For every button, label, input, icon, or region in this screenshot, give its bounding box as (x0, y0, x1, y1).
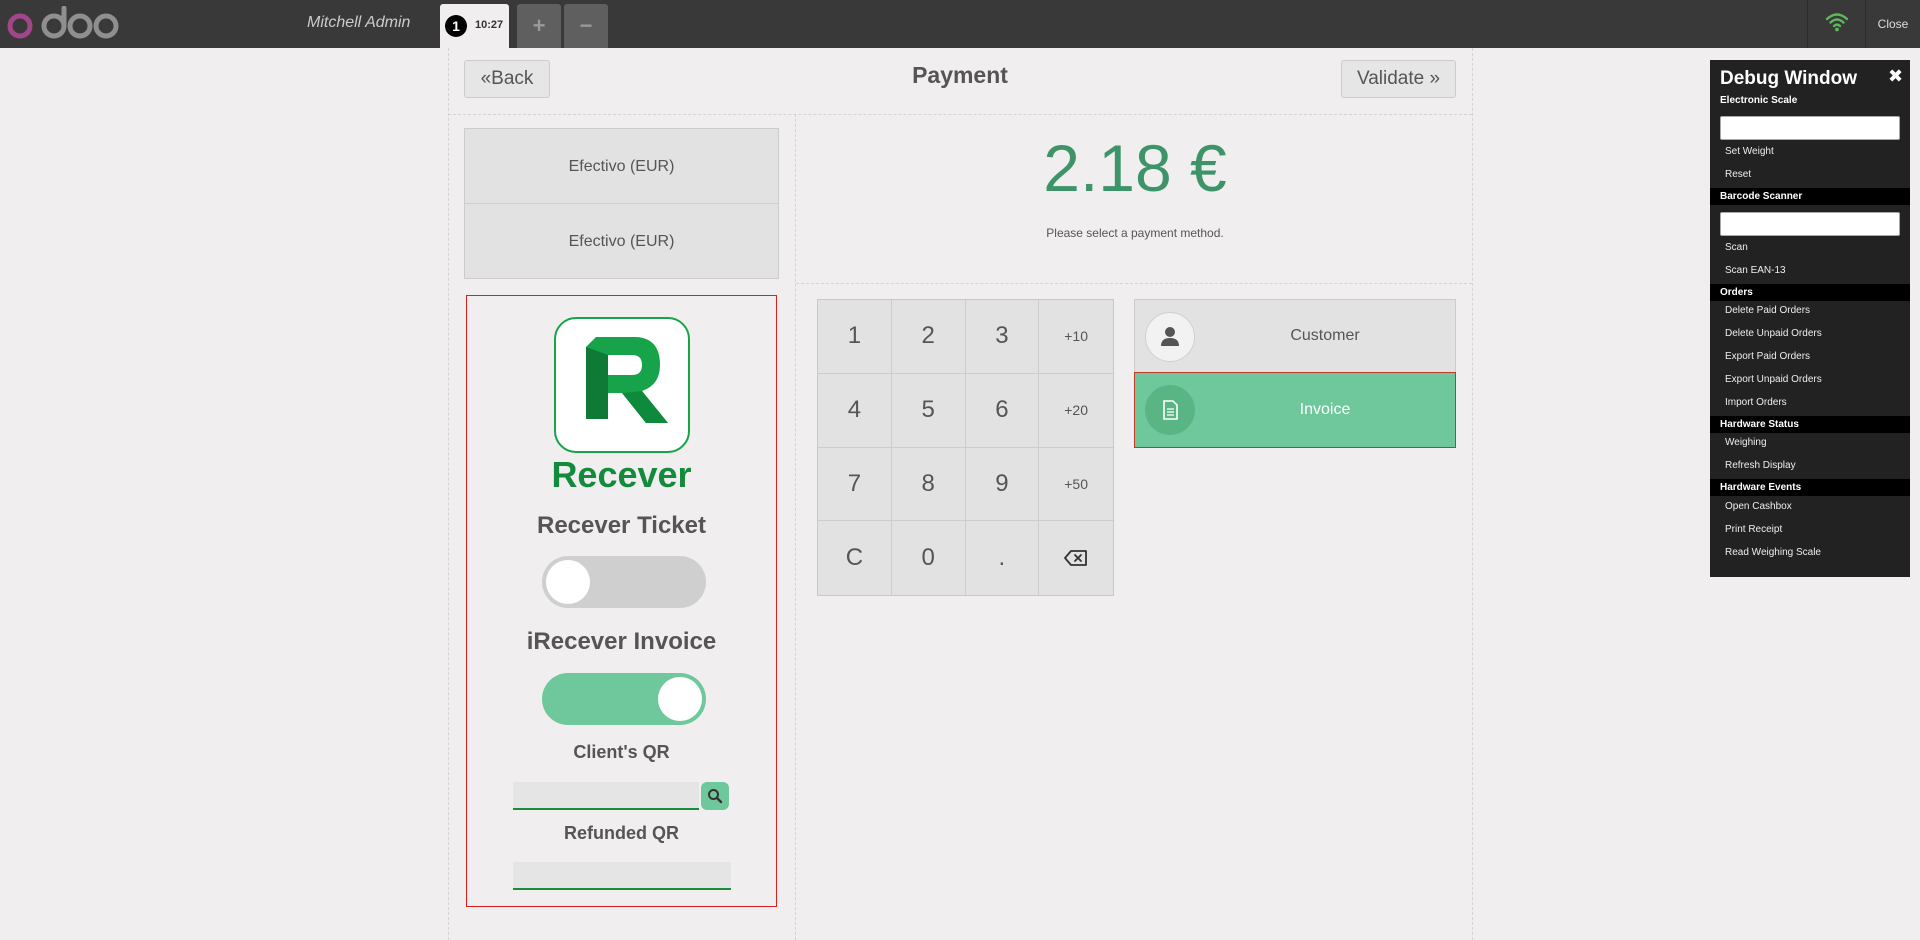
page-title: Payment (912, 62, 1008, 88)
frame-divider (448, 114, 1472, 115)
user-icon (1161, 327, 1179, 346)
debug-item-read-scale[interactable]: Read Weighing Scale (1725, 547, 1821, 558)
numpad-key-0[interactable]: 0 (892, 521, 966, 595)
payment-methods: Efectivo (EUR) Efectivo (EUR) (464, 128, 779, 279)
numpad-key-backspace[interactable] (1039, 521, 1113, 595)
wifi-icon (1825, 13, 1849, 32)
barcode-input[interactable] (1720, 212, 1900, 236)
customer-icon-circle (1145, 312, 1195, 362)
invoice-toggle[interactable] (542, 673, 706, 725)
debug-item-reset[interactable]: Reset (1725, 169, 1751, 180)
numpad-key-clear[interactable]: C (818, 521, 892, 595)
debug-section-hardware-status: Hardware Status (1710, 416, 1910, 433)
debug-item-scan-ean13[interactable]: Scan EAN-13 (1725, 265, 1786, 276)
debug-title: Debug Window (1720, 68, 1858, 89)
weight-input[interactable] (1720, 116, 1900, 140)
numpad-key-2[interactable]: 2 (891, 300, 966, 374)
debug-item-print-receipt[interactable]: Print Receipt (1725, 524, 1782, 535)
double-chevron-right-icon: » (1424, 68, 1441, 89)
debug-item-set-weight[interactable]: Set Weight (1725, 146, 1774, 157)
debug-item-delete-unpaid[interactable]: Delete Unpaid Orders (1725, 328, 1822, 339)
debug-item-export-unpaid[interactable]: Export Unpaid Orders (1725, 374, 1822, 385)
debug-section-scale: Electronic Scale (1720, 95, 1798, 106)
numpad-key-6[interactable]: 6 (965, 373, 1040, 448)
client-qr-label: Client's QR (573, 742, 670, 762)
client-qr-input[interactable] (513, 782, 699, 810)
invoice-label: Invoice (1299, 401, 1351, 418)
invoice-label: iRecever Invoice (526, 628, 717, 655)
recever-brand: Recever (551, 454, 692, 495)
payment-amount: 2.18 € (1043, 131, 1227, 205)
numpad-key-plus10[interactable]: +10 (1039, 300, 1113, 374)
debug-item-export-paid[interactable]: Export Paid Orders (1725, 351, 1810, 362)
recever-r-icon (586, 337, 668, 423)
numpad-key-decimal[interactable]: . (966, 521, 1040, 595)
toggle-knob (658, 677, 702, 721)
invoice-icon-circle (1145, 385, 1195, 435)
debug-item-scan[interactable]: Scan (1725, 242, 1748, 253)
numpad-key-9[interactable]: 9 (965, 447, 1040, 522)
ticket-label: Recever Ticket (536, 512, 706, 539)
debug-item-weighing[interactable]: Weighing (1725, 437, 1767, 448)
back-button[interactable]: «Back (464, 60, 550, 98)
order-tab[interactable]: 1 10:27 (440, 4, 509, 48)
odoo-logo (7, 6, 119, 39)
top-bar: Mitchell Admin 1 10:27 + − Close (0, 0, 1920, 48)
debug-item-import-orders[interactable]: Import Orders (1725, 397, 1787, 408)
payment-method[interactable]: Efectivo (EUR) (465, 129, 778, 204)
debug-section-orders: Orders (1710, 284, 1910, 301)
backspace-icon (1064, 550, 1088, 567)
refunded-qr-input[interactable] (513, 862, 731, 890)
frame-divider (448, 48, 449, 940)
file-icon (1163, 400, 1178, 420)
customer-label: Customer (1290, 327, 1360, 344)
qr-search-button[interactable] (701, 782, 729, 810)
double-chevron-left-icon: « (480, 68, 492, 89)
close-pos-button[interactable]: Close (1865, 0, 1920, 48)
numpad-key-7[interactable]: 7 (818, 447, 892, 522)
debug-section-barcode: Barcode Scanner (1710, 188, 1910, 205)
numpad-key-3[interactable]: 3 (965, 300, 1040, 374)
recever-panel: Recever Recever Ticket iRecever Invoice … (466, 295, 777, 907)
debug-item-delete-paid[interactable]: Delete Paid Orders (1725, 305, 1810, 316)
validate-button[interactable]: Validate » (1341, 60, 1456, 98)
search-icon (708, 789, 723, 804)
numpad-key-1[interactable]: 1 (818, 300, 892, 374)
numpad-key-plus50[interactable]: +50 (1039, 448, 1113, 522)
toggle-knob (546, 560, 590, 604)
frame-divider (796, 283, 1472, 284)
debug-item-refresh-display[interactable]: Refresh Display (1725, 460, 1796, 471)
add-order-button[interactable]: + (517, 4, 561, 48)
invoice-button[interactable]: Invoice (1134, 372, 1456, 448)
recever-logo (554, 317, 690, 453)
numpad-key-8[interactable]: 8 (891, 447, 966, 522)
username: Mitchell Admin (307, 14, 411, 31)
debug-item-open-cashbox[interactable]: Open Cashbox (1725, 501, 1792, 512)
wifi-status[interactable] (1807, 0, 1865, 48)
payment-hint: Please select a payment method. (1046, 226, 1224, 240)
order-number-badge: 1 (445, 15, 467, 37)
debug-section-hardware-events: Hardware Events (1710, 479, 1910, 496)
debug-window: Debug Window ✖ Electronic Scale Set Weig… (1710, 60, 1910, 577)
numpad-key-5[interactable]: 5 (891, 373, 966, 448)
order-time: 10:27 (475, 19, 504, 31)
numpad-key-4[interactable]: 4 (818, 373, 892, 448)
payment-method[interactable]: Efectivo (EUR) (465, 204, 778, 279)
numpad: 1 2 3 +10 4 5 6 +20 7 8 9 +50 C 0 . (817, 299, 1114, 596)
customer-button[interactable]: Customer (1134, 299, 1456, 373)
close-icon[interactable]: ✖ (1888, 66, 1903, 87)
remove-order-button[interactable]: − (564, 4, 608, 48)
ticket-toggle[interactable] (542, 556, 706, 608)
refunded-qr-label: Refunded QR (564, 823, 679, 843)
numpad-key-plus20[interactable]: +20 (1039, 374, 1113, 448)
